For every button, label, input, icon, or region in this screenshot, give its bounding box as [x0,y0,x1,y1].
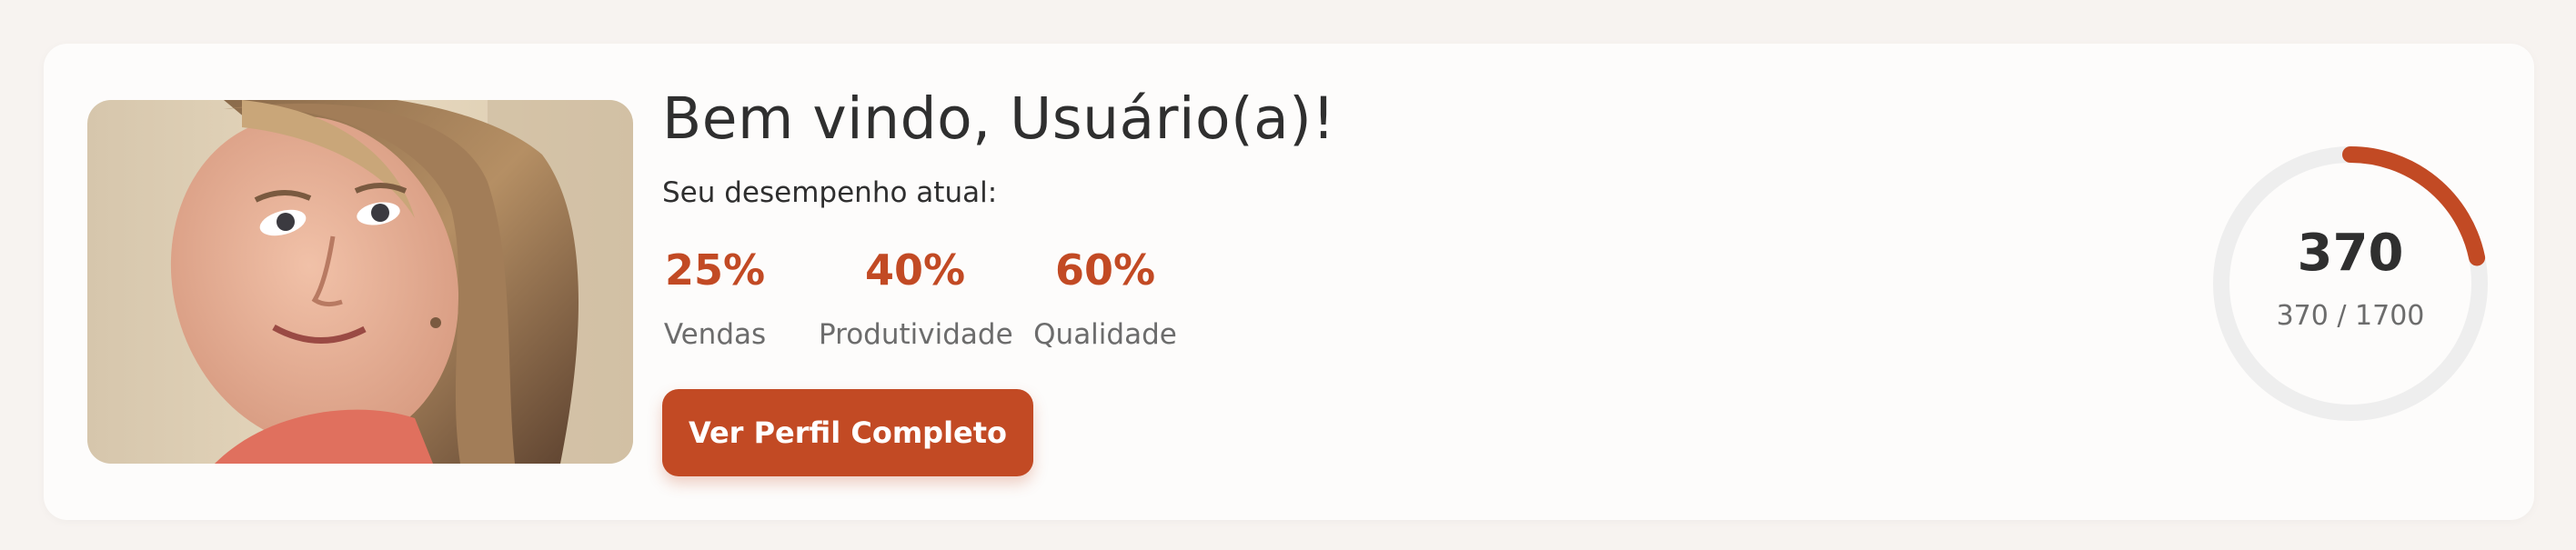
progress-value: 370 [2297,224,2404,283]
welcome-title: Bem vindo, Usuário(a)! [662,85,1336,152]
progress-ring [2213,146,2488,421]
avatar-photo [87,100,633,464]
progress-gauge: 370 370 / 1700 [2205,138,2496,429]
welcome-card: Bem vindo, Usuário(a)! Seu desempenho at… [44,44,2534,520]
avatar [87,100,633,464]
metric-label: Qualidade [1033,318,1177,351]
metric-produtividade: 40% Produtividade [819,245,1013,351]
metric-label: Produtividade [819,318,1013,351]
metric-value: 40% [864,245,966,295]
progress-summary: 370 / 1700 [2276,300,2425,332]
metric-qualidade: 60% Qualidade [1030,245,1181,351]
metric-label: Vendas [663,318,767,351]
metric-vendas: 25% Vendas [662,245,768,351]
performance-subtitle: Seu desempenho atual: [662,176,998,209]
view-profile-button[interactable]: Ver Perfil Completo [662,389,1033,476]
metric-value: 25% [664,245,766,295]
metric-value: 60% [1054,245,1156,295]
